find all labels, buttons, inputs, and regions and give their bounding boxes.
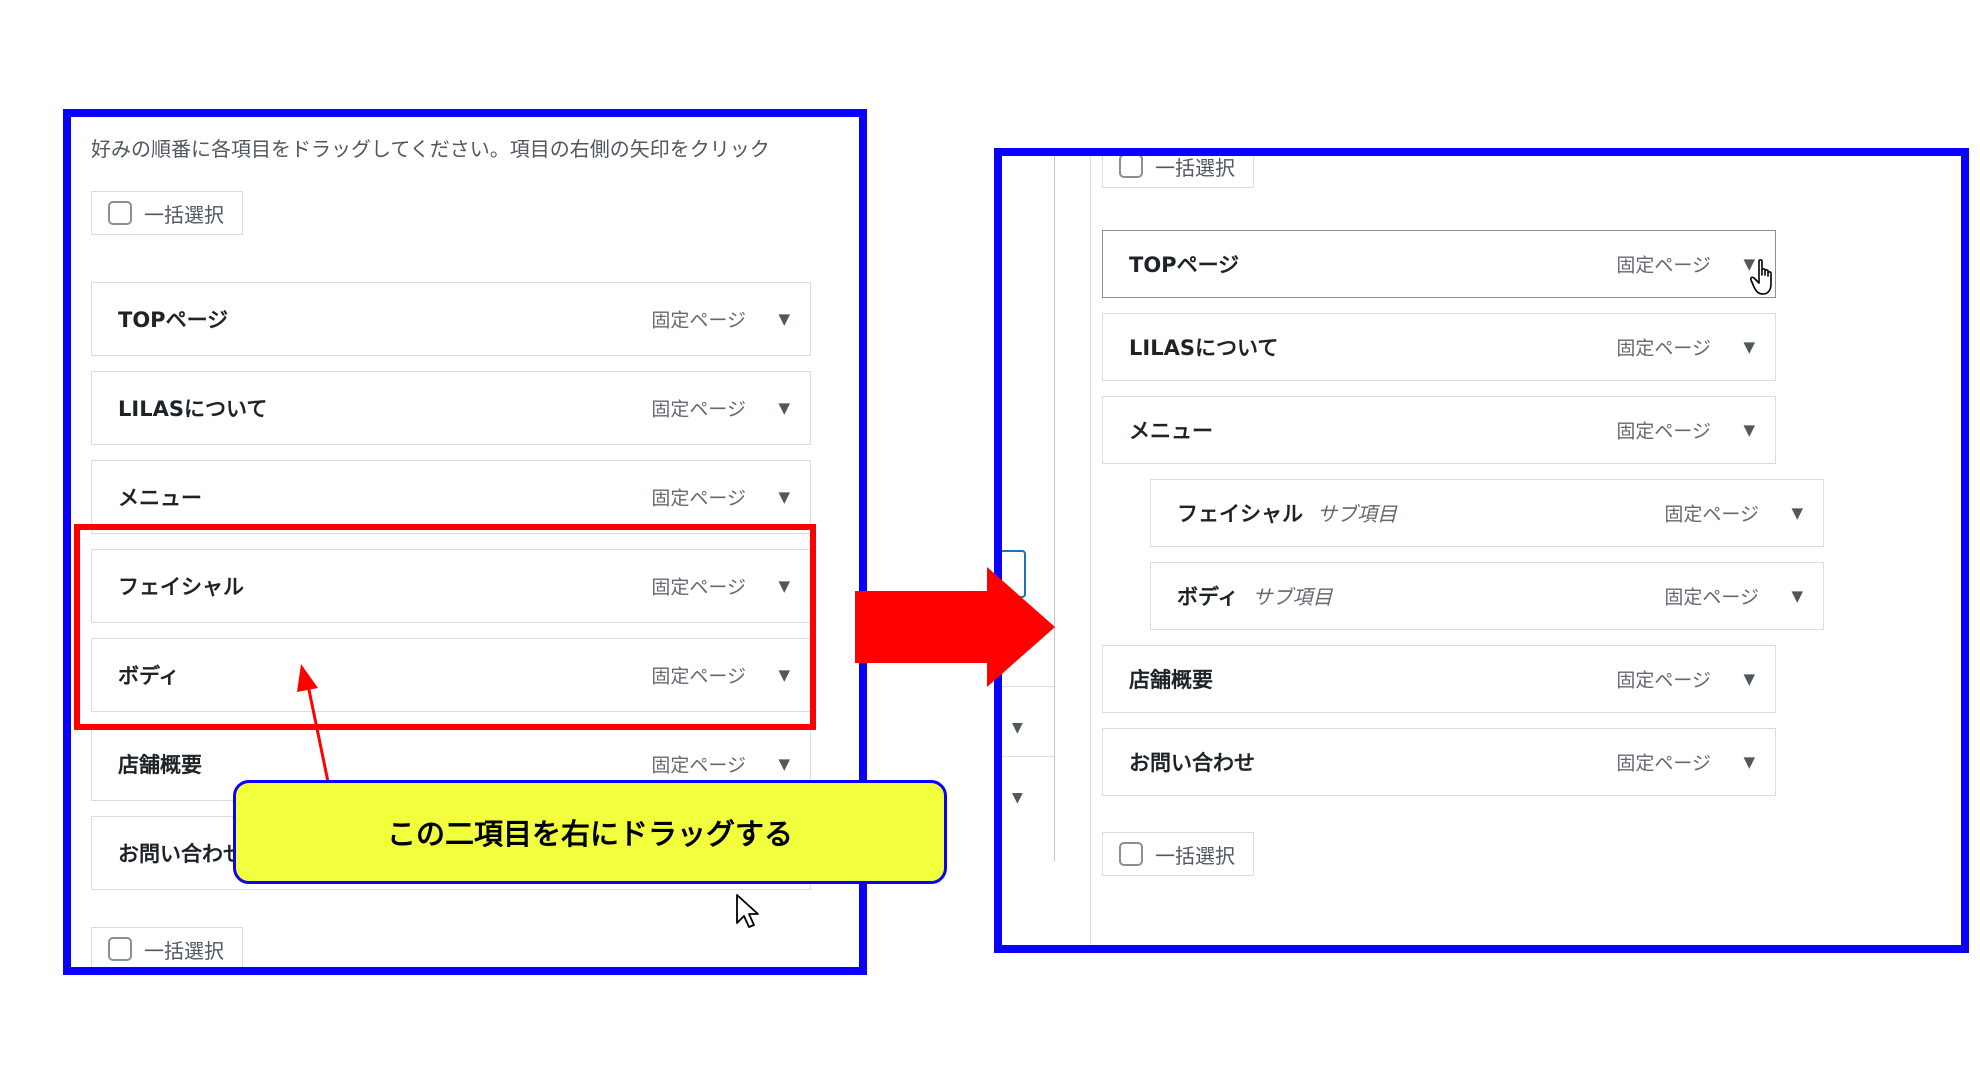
menu-item-type: 固定ページ	[1616, 669, 1711, 692]
menu-settings-sidebar: ▼ ▼	[1002, 156, 1055, 861]
triangle-down-icon[interactable]: ▼	[1743, 421, 1755, 439]
menu-item-title-text: フェイシャル	[1177, 502, 1303, 526]
menu-item-lilas[interactable]: LILASについて 固定ページ ▼	[1102, 313, 1776, 381]
bulk-select-label: 一括選択	[1155, 155, 1235, 180]
triangle-down-icon[interactable]: ▼	[1743, 753, 1755, 771]
bulk-select-label: 一括選択	[144, 938, 224, 963]
triangle-down-icon[interactable]: ▼	[1743, 670, 1755, 688]
menu-item-store-info[interactable]: 店舗概要 固定ページ ▼	[1102, 645, 1776, 713]
menu-item-type: 固定ページ	[1616, 254, 1711, 277]
menu-item-type: 固定ページ	[1616, 337, 1711, 360]
bulk-select-top[interactable]: 一括選択	[1102, 155, 1254, 188]
bulk-select-checkbox[interactable]	[1119, 156, 1143, 178]
bulk-select-checkbox[interactable]	[108, 937, 132, 961]
after-screenshot-panel: ▼ ▼ 一括選択 TOPページ 固定ページ ▼ LILASについて 固定ページ …	[994, 148, 1969, 953]
bulk-select-label: 一括選択	[144, 202, 224, 227]
menu-item-title: 店舗概要	[1129, 668, 1213, 692]
menu-item-title: お問い合わせ	[118, 842, 244, 866]
menu-item-title: メニュー	[1129, 419, 1213, 443]
menu-item-type: 固定ページ	[651, 487, 746, 510]
menu-item-type: 固定ページ	[651, 754, 746, 777]
menu-item-title: 店舗概要	[118, 753, 202, 777]
bulk-select-checkbox[interactable]	[108, 201, 132, 225]
menu-item-lilas[interactable]: LILASについて 固定ページ ▼	[91, 371, 811, 445]
triangle-down-icon[interactable]: ▼	[778, 755, 790, 773]
menu-item-type: 固定ページ	[1664, 586, 1759, 609]
menu-item-contact[interactable]: お問い合わせ 固定ページ ▼	[1102, 728, 1776, 796]
triangle-down-icon[interactable]: ▼	[778, 310, 790, 328]
bulk-select-bottom[interactable]: 一括選択	[1102, 832, 1254, 876]
bulk-select-bottom[interactable]: 一括選択	[91, 927, 243, 967]
hand-pointer-icon	[1750, 259, 1772, 295]
menu-item-type: 固定ページ	[651, 398, 746, 421]
menu-item-title: お問い合わせ	[1129, 751, 1255, 775]
menu-sub-item-body[interactable]: ボディ サブ項目 固定ページ ▼	[1150, 562, 1824, 630]
menu-item-type: 固定ページ	[651, 309, 746, 332]
menu-item-title: メニュー	[118, 486, 202, 510]
menu-item-top[interactable]: TOPページ 固定ページ ▼	[1102, 230, 1776, 298]
menu-item-type: 固定ページ	[1616, 420, 1711, 443]
menu-item-title: ボディ サブ項目	[1177, 581, 1333, 611]
menu-item-type: 固定ページ	[1616, 752, 1711, 775]
menu-item-menu[interactable]: メニュー 固定ページ ▼	[1102, 396, 1776, 464]
bulk-select-top[interactable]: 一括選択	[91, 191, 243, 235]
triangle-down-icon[interactable]: ▼	[1791, 504, 1803, 522]
triangle-down-icon[interactable]: ▼	[1012, 790, 1023, 806]
triangle-down-icon[interactable]: ▼	[1012, 720, 1023, 736]
menu-instructions: 好みの順番に各項目をドラッグしてください。項目の右側の矢印をクリック	[91, 137, 770, 161]
triangle-down-icon[interactable]: ▼	[778, 488, 790, 506]
triangle-down-icon[interactable]: ▼	[778, 399, 790, 417]
triangle-down-icon[interactable]: ▼	[1743, 338, 1755, 356]
right-arrow-icon	[855, 567, 1055, 687]
menu-item-title: LILASについて	[118, 397, 268, 421]
sub-item-label: サブ項目	[1317, 502, 1397, 526]
sidebar-divider	[1002, 756, 1054, 757]
menu-item-title: TOPページ	[1129, 253, 1240, 277]
instruction-callout: この二項目を右にドラッグする	[233, 780, 947, 884]
menu-item-top[interactable]: TOPページ 固定ページ ▼	[91, 282, 811, 356]
triangle-down-icon[interactable]: ▼	[1791, 587, 1803, 605]
bulk-select-label: 一括選択	[1155, 843, 1235, 868]
arrow-cursor-icon	[736, 894, 759, 928]
menu-sub-item-facial[interactable]: フェイシャル サブ項目 固定ページ ▼	[1150, 479, 1824, 547]
menu-item-title: TOPページ	[118, 308, 229, 332]
menu-item-title-text: ボディ	[1177, 585, 1239, 609]
menu-item-title: LILASについて	[1129, 336, 1279, 360]
callout-text: この二項目を右にドラッグする	[386, 817, 793, 851]
sub-item-label: サブ項目	[1252, 585, 1333, 609]
drag-items-highlight	[74, 524, 816, 730]
menu-item-type: 固定ページ	[1664, 503, 1759, 526]
menu-item-menu[interactable]: メニュー 固定ページ ▼	[91, 460, 811, 534]
column-divider	[1090, 156, 1091, 945]
menu-item-title: フェイシャル サブ項目	[1177, 498, 1397, 528]
bulk-select-checkbox[interactable]	[1119, 842, 1143, 866]
